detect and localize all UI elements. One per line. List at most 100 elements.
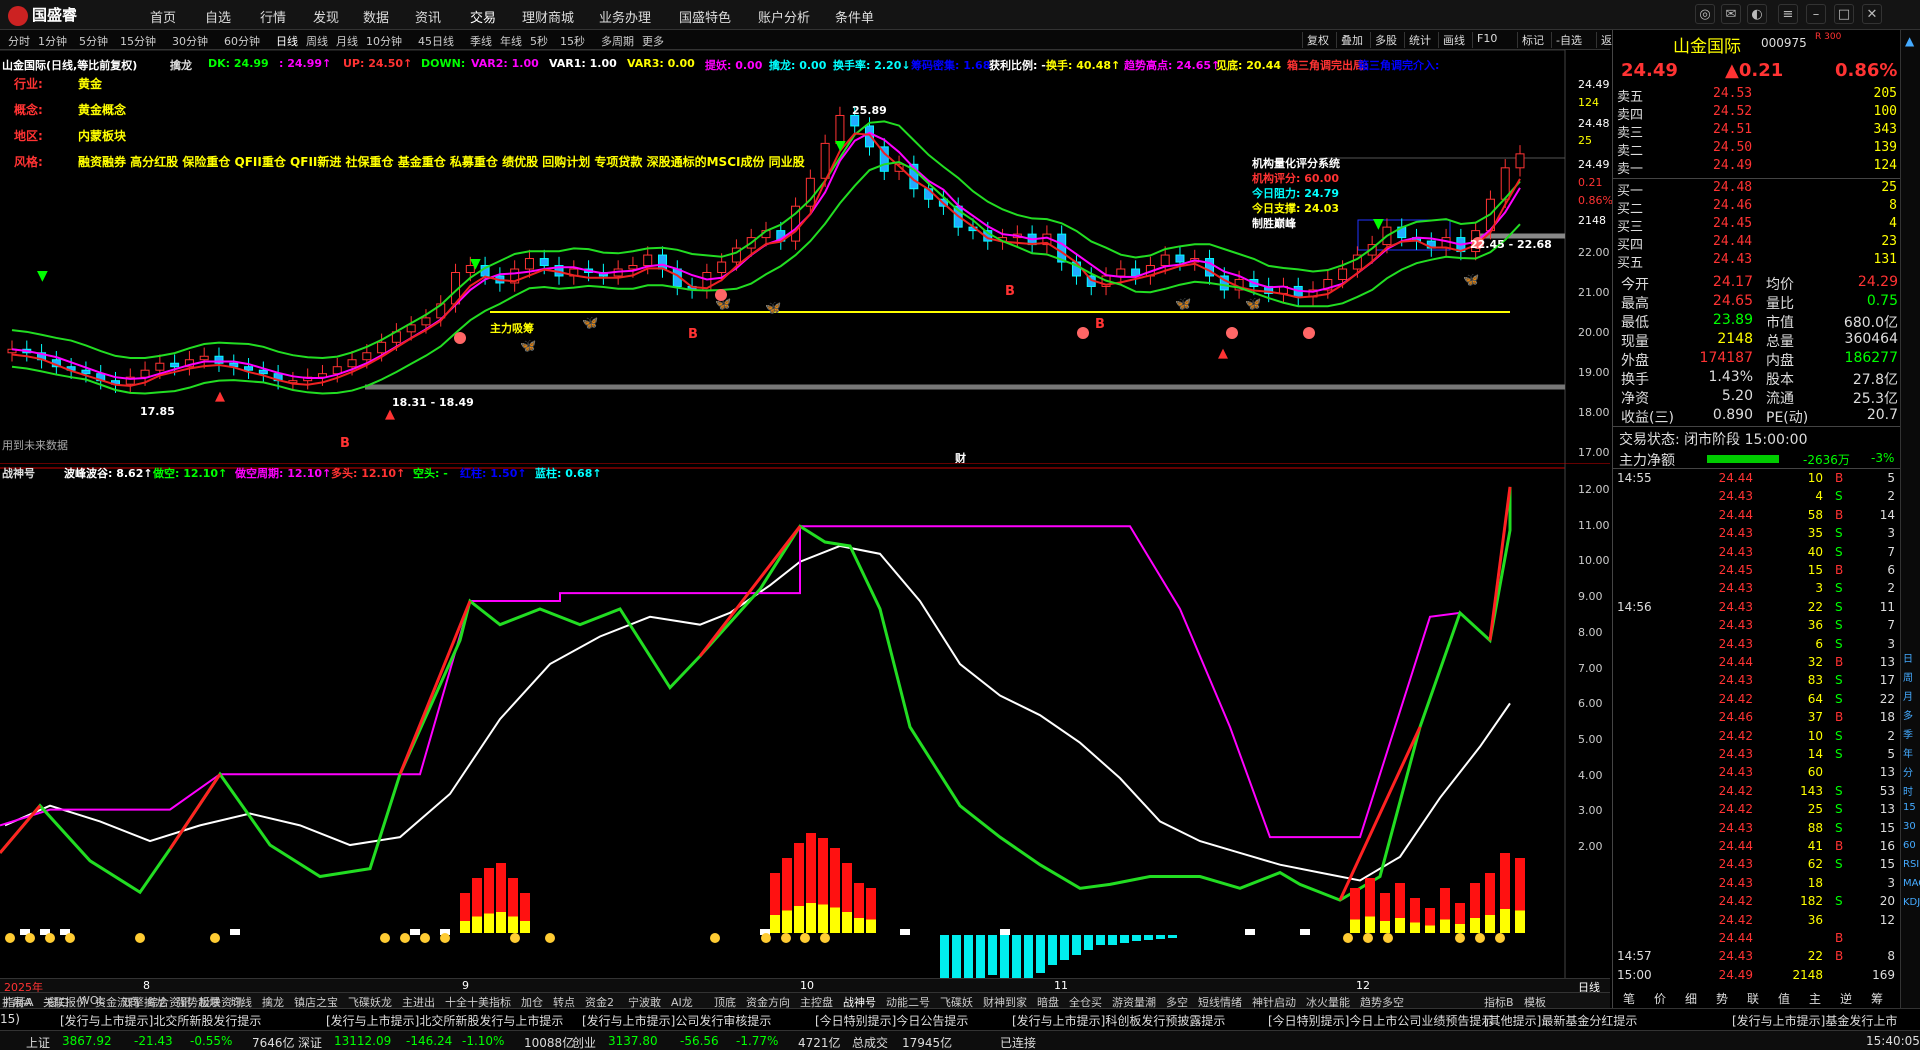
close-icon[interactable]: ✕ (1862, 4, 1882, 24)
period-14[interactable]: 15秒 (560, 33, 585, 49)
sidebar-item-10[interactable]: 60 (1903, 840, 1916, 851)
tab2-1[interactable]: 关联报价 (43, 994, 87, 1010)
menu-icon[interactable]: ≡ (1778, 4, 1798, 24)
message-icon[interactable]: ✉ (1721, 4, 1741, 24)
period-12[interactable]: 年线 (500, 33, 522, 49)
sidebar-item-2[interactable]: 月 (1903, 688, 1913, 703)
sidebar-item-6[interactable]: 分 (1903, 764, 1913, 779)
tool-1[interactable]: 叠加 (1336, 32, 1367, 48)
news-item-0[interactable]: 15) (0, 1012, 20, 1026)
sidebar-item-8[interactable]: 15 (1903, 802, 1916, 813)
sidebar-item-7[interactable]: 时 (1903, 783, 1913, 798)
panel-tab-3[interactable]: 势 (1716, 990, 1728, 1007)
tool-5[interactable]: F10 (1472, 32, 1501, 48)
tick-row: 24.44 B (1613, 931, 1901, 949)
period-5[interactable]: 60分钟 (224, 33, 260, 49)
bids-row[interactable]: 买四 24.44 23 (1613, 234, 1901, 253)
scroll-up-icon[interactable]: ▲ (1905, 34, 1914, 48)
bids-row[interactable]: 买三 24.45 4 (1613, 216, 1901, 235)
skin-icon[interactable]: ◐ (1747, 4, 1767, 24)
period-13[interactable]: 5秒 (530, 33, 548, 49)
news-item-1[interactable]: [发行与上市提示]北交所新股发行提示 (60, 1012, 261, 1029)
period-6[interactable]: 日线 (276, 33, 298, 49)
bids-label: 买三 (1617, 220, 1644, 235)
indicator-canvas[interactable] (0, 462, 1610, 1005)
index-sz-name[interactable]: 深证 (298, 1034, 322, 1050)
nav-6[interactable]: 交易 (470, 7, 496, 26)
nav-5[interactable]: 资讯 (415, 7, 441, 26)
panel-tab-4[interactable]: 联 (1747, 990, 1759, 1007)
tool-6[interactable]: 标记 (1517, 32, 1548, 48)
tool-4[interactable]: 画线 (1438, 32, 1469, 48)
period-1[interactable]: 1分钟 (38, 33, 67, 49)
nav-11[interactable]: 条件单 (835, 7, 874, 26)
asks-row[interactable]: 卖二 24.50 139 (1613, 140, 1901, 159)
news-item-2[interactable]: [发行与上市提示]北交所新股发行与上市提示 (326, 1012, 563, 1029)
period-8[interactable]: 月线 (336, 33, 358, 49)
panel-tab-8[interactable]: 筹 (1871, 990, 1883, 1007)
tool-0[interactable]: 复权 (1302, 32, 1333, 48)
sidebar-item-9[interactable]: 30 (1903, 821, 1916, 832)
period-9[interactable]: 10分钟 (366, 33, 402, 49)
tool-3[interactable]: 统计 (1404, 32, 1435, 48)
bids-row[interactable]: 买一 24.48 25 (1613, 180, 1901, 199)
nav-0[interactable]: 首页 (150, 7, 176, 26)
nav-10[interactable]: 账户分析 (758, 7, 810, 26)
panel-tab-0[interactable]: 笔 (1623, 990, 1635, 1007)
nav-7[interactable]: 理财商城 (522, 7, 574, 26)
sidebar-item-13[interactable]: KDJ (1903, 897, 1920, 908)
nav-3[interactable]: 发现 (313, 7, 339, 26)
chat-icon[interactable]: ◎ (1695, 4, 1715, 24)
minimize-icon[interactable]: – (1806, 4, 1826, 24)
indicator-chart[interactable] (0, 462, 1610, 1005)
panel-tab-5[interactable]: 值 (1778, 990, 1790, 1007)
asks-row[interactable]: 卖四 24.52 100 (1613, 104, 1901, 123)
tool-7[interactable]: -自选 (1551, 32, 1586, 48)
period-7[interactable]: 周线 (306, 33, 328, 49)
panel-tab-7[interactable]: 逆 (1840, 990, 1852, 1007)
nav-9[interactable]: 国盛特色 (679, 7, 731, 26)
nav-2[interactable]: 行情 (260, 7, 286, 26)
news-item-6[interactable]: [今日特别提示]今日上市公司业绩预告提示 (1268, 1012, 1493, 1029)
news-item-3[interactable]: [发行与上市提示]公司发行审核提示 (582, 1012, 771, 1029)
index-sh-name[interactable]: 上证 (26, 1034, 50, 1050)
tab2-3[interactable]: 综合资讯 (147, 994, 191, 1010)
sidebar-item-3[interactable]: 多 (1903, 707, 1913, 722)
period-16[interactable]: 更多 (642, 33, 664, 49)
news-item-8[interactable]: [发行与上市提示]基金发行上市 (1732, 1012, 1897, 1029)
panel-tab-1[interactable]: 价 (1654, 990, 1666, 1007)
period-10[interactable]: 45日线 (418, 33, 454, 49)
nav-8[interactable]: 业务办理 (599, 7, 651, 26)
tab2-2[interactable]: 资金流向 (95, 994, 139, 1010)
sidebar-item-11[interactable]: RSI (1903, 859, 1919, 870)
news-item-4[interactable]: [今日特别提示]今日公告提示 (815, 1012, 968, 1029)
period-0[interactable]: 分时 (8, 33, 30, 49)
tab2-4[interactable]: 板块资讯 (199, 994, 243, 1010)
asks-row[interactable]: 卖三 24.51 343 (1613, 122, 1901, 141)
period-2[interactable]: 5分钟 (79, 33, 108, 49)
panel-tab-6[interactable]: 主 (1809, 990, 1821, 1007)
asks-row[interactable]: 卖五 24.53 205 (1613, 86, 1901, 105)
tick-count: 7 (1887, 618, 1895, 633)
period-3[interactable]: 15分钟 (120, 33, 156, 49)
sidebar-item-5[interactable]: 年 (1903, 745, 1913, 760)
period-11[interactable]: 季线 (470, 33, 492, 49)
index-cy-name[interactable]: 创业 (572, 1034, 596, 1050)
asks-row[interactable]: 卖一 24.49 124 (1613, 158, 1901, 177)
news-item-7[interactable]: [其他提示]最新基金分红提示 (1484, 1012, 1637, 1029)
panel-tab-2[interactable]: 细 (1685, 990, 1697, 1007)
period-4[interactable]: 30分钟 (172, 33, 208, 49)
sidebar-item-1[interactable]: 周 (1903, 669, 1913, 684)
sidebar-item-0[interactable]: 日 (1903, 650, 1913, 665)
sidebar-item-12[interactable]: MACD (1903, 878, 1920, 889)
maximize-icon[interactable]: □ (1834, 4, 1854, 24)
tool-2[interactable]: 多股 (1370, 32, 1401, 48)
bids-row[interactable]: 买二 24.46 8 (1613, 198, 1901, 217)
tab2-0[interactable]: 扩展A (2, 994, 32, 1010)
bids-row[interactable]: 买五 24.43 131 (1613, 252, 1901, 271)
news-item-5[interactable]: [发行与上市提示]科创板发行预披露提示 (1012, 1012, 1225, 1029)
nav-1[interactable]: 自选 (205, 7, 231, 26)
nav-4[interactable]: 数据 (363, 7, 389, 26)
period-15[interactable]: 多周期 (601, 33, 634, 49)
sidebar-item-4[interactable]: 季 (1903, 726, 1913, 741)
